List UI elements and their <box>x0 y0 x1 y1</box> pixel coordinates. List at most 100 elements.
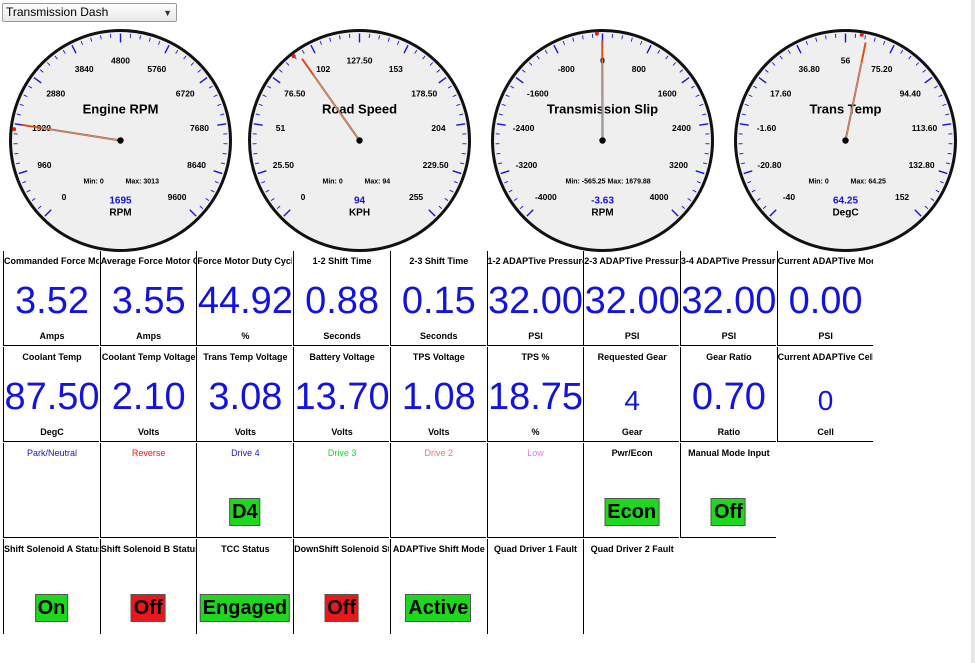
status-title: Shift Solenoid B Status <box>100 544 196 554</box>
gauge-max-label: Max: 1679.88 <box>608 179 651 186</box>
gauge-tick-label: 960 <box>37 160 51 170</box>
status-title: Park/Neutral <box>26 448 78 458</box>
status-cell: Park/Neutral <box>3 443 99 538</box>
readout-value: 3.52 <box>15 280 89 322</box>
readout-unit: PSI <box>528 331 543 341</box>
readout-unit: % <box>531 427 540 437</box>
gauge-tick-label: 4800 <box>111 56 130 66</box>
status-badge: Econ <box>604 498 660 526</box>
gauge-tick-label: 113.60 <box>912 123 938 133</box>
gauge-tick-label: 5760 <box>147 64 166 74</box>
readout-title: TPS Voltage <box>412 352 465 362</box>
gauge-tick-label: 178.50 <box>411 88 437 98</box>
gauge-min-label: Min: 0 <box>809 179 829 186</box>
scrollbar[interactable] <box>971 0 975 663</box>
gauge-tick-label: -800 <box>558 64 575 74</box>
readout-cell: Coolant Temp 87.50 DegC <box>3 347 99 442</box>
gauge-min-label: Min: 0 <box>84 179 104 186</box>
status-cell: Manual Mode Input Off <box>679 443 776 538</box>
chevron-down-icon[interactable]: ▼ <box>163 5 172 22</box>
gauge-tick-label: 800 <box>632 64 646 74</box>
status-title: Pwr/Econ <box>611 448 653 458</box>
gauge-tick-label: 25.50 <box>273 160 295 170</box>
gauge-tick-label: -3200 <box>516 160 538 170</box>
gauge-title: Engine RPM <box>83 102 159 117</box>
status-cell: Low <box>486 443 583 538</box>
status-cell: Quad Driver 1 Fault <box>486 539 583 634</box>
gauge-tick-label: 153 <box>389 64 403 74</box>
gauge-tick <box>947 152 952 155</box>
gauge-value: 64.25 <box>833 196 858 207</box>
readout-cell: TPS Voltage 1.08 Volts <box>389 347 486 442</box>
gauge-min-label: Min: 0 <box>323 179 343 186</box>
readout-cell: 2-3 ADAPTive Pressure 32.00 PSI <box>583 251 680 346</box>
readout-title: Current ADAPTive Modifier <box>777 256 873 266</box>
status-badge: Off <box>130 594 166 622</box>
dashboard-select[interactable]: Transmission Dash ▼ <box>2 3 177 22</box>
gauge-tick-label: 204 <box>431 123 445 133</box>
gauge-tick <box>14 152 19 155</box>
gauge-tick-label: 2400 <box>672 123 691 133</box>
gauge-tick-label: 4000 <box>650 192 669 202</box>
gauge-tick <box>739 152 744 155</box>
gauge-max-label: Max: 3013 <box>126 179 160 186</box>
readout-unit: Amps <box>39 331 65 341</box>
gauge-unit: KPH <box>349 208 370 219</box>
readout-cell: Current ADAPTive Modifier 0.00 PSI <box>776 251 873 346</box>
status-cell: Drive 3 <box>293 443 390 538</box>
gauge-tick-label: 56 <box>841 56 851 66</box>
readout-cell: Requested Gear 4 Gear <box>583 347 680 442</box>
status-title: Manual Mode Input <box>688 448 770 458</box>
readout-value: 87.50 <box>4 376 99 418</box>
status-cell: Quad Driver 2 Fault <box>583 539 679 634</box>
readout-title: 3-4 ADAPTive Pressure <box>680 256 776 266</box>
gauge-tick-label: 7680 <box>190 123 209 133</box>
readout-title: Coolant Temp <box>22 352 82 362</box>
gauge-tick-label: 255 <box>409 192 423 202</box>
readout-cell: Coolant Temp Voltage 2.10 Volts <box>99 347 196 442</box>
status-cell: DownShift Solenoid Status Off <box>293 539 389 634</box>
status-badge: Off <box>324 594 360 622</box>
gauge-tick-label: 76.50 <box>284 88 306 98</box>
status-title: Quad Driver 1 Fault <box>493 544 578 554</box>
readout-unit: PSI <box>818 331 833 341</box>
status-badge: Active <box>405 594 472 622</box>
gauge-hub <box>117 137 124 144</box>
readout-value: 0.88 <box>305 280 380 322</box>
readout-unit: PSI <box>624 331 640 341</box>
readout-value: 0.00 <box>788 280 863 322</box>
readout-title: Commanded Force Motor Current <box>4 256 99 266</box>
gauge-tick-label: 0 <box>62 192 67 202</box>
readout-cell: 3-4 ADAPTive Pressure 32.00 PSI <box>679 251 776 346</box>
gauge-tick-label: 75.20 <box>871 64 893 74</box>
gauge-min-label: Min: -565.25 <box>566 179 606 186</box>
gauge-tick-label: 152 <box>895 192 909 202</box>
readout-value: 18.75 <box>487 376 583 418</box>
gauge-value: -3.63 <box>591 196 614 207</box>
status-cell: Drive 4 D4 <box>196 443 293 538</box>
status-title: DownShift Solenoid Status <box>294 544 389 554</box>
gauge-max-marker <box>12 127 17 132</box>
readout-title: 1-2 ADAPTive Pressure <box>487 256 583 266</box>
readout-value: 0.70 <box>691 376 766 418</box>
readout-unit: Ratio <box>717 427 741 437</box>
status-title: Quad Driver 2 Fault <box>590 544 674 554</box>
status-badge: Engaged <box>199 594 291 622</box>
readout-value: 44.92 <box>197 280 293 322</box>
readout-cell: Force Motor Duty Cycle 44.92% <box>196 251 293 346</box>
readout-unit: Seconds <box>420 331 458 341</box>
status-cell: ADAPTive Shift Mode Active <box>389 539 486 634</box>
gauge-hub <box>842 137 849 144</box>
gauge-tick-label: 8640 <box>187 160 206 170</box>
gauge-tick <box>253 152 258 155</box>
dashboard-select-value: Transmission Dash <box>6 5 109 19</box>
gauge-tick <box>704 152 709 155</box>
readout-value: 32.00 <box>584 280 680 322</box>
gauge-tick-label: 0 <box>301 192 306 202</box>
status-title: Drive 4 <box>231 448 260 458</box>
status-badge: D4 <box>229 498 261 526</box>
gauge-trans-temp: -40 -20.80 -1.60 17.60 36.80 56 75.20 94.40 113.… <box>733 28 958 253</box>
gauge-tick-label: 127.50 <box>347 56 373 66</box>
readout-value: 3.08 <box>208 376 283 418</box>
gauge-max-label: Max: 64.25 <box>851 179 887 186</box>
